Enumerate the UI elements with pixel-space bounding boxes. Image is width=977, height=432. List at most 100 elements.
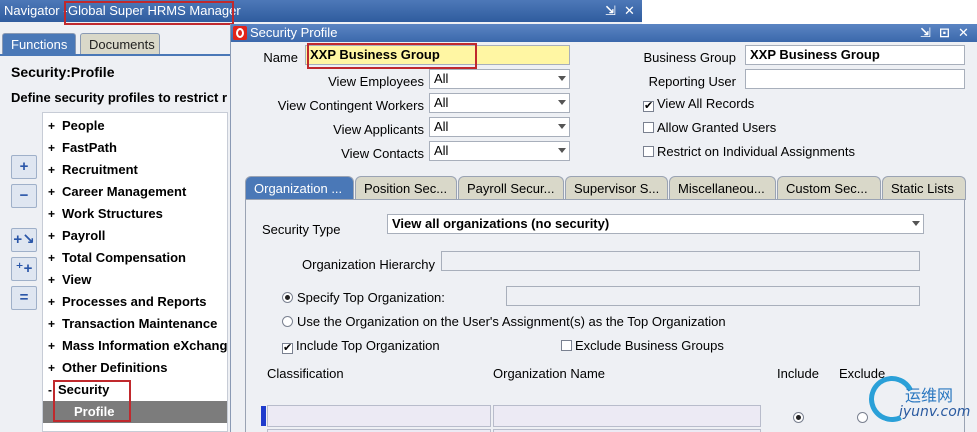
function-description: Define security profiles to restrict r — [11, 90, 228, 105]
allow-granted-users-label: Allow Granted Users — [657, 120, 777, 135]
view-contacts-select[interactable]: All — [429, 141, 570, 161]
exclude-bg-label: Exclude Business Groups — [575, 338, 724, 353]
exclude-bg-checkbox[interactable]: Exclude Business Groups — [561, 338, 724, 353]
view-employees-label: View Employees — [328, 74, 424, 89]
top-org-field[interactable] — [506, 286, 920, 306]
tab-static-lists[interactable]: Static Lists — [882, 176, 966, 200]
chevron-down-icon — [558, 124, 566, 129]
maximize-icon[interactable]: ⊡ — [938, 25, 951, 41]
minimize-icon[interactable]: ⇲ — [604, 3, 617, 19]
close-icon[interactable]: ✕ — [957, 25, 970, 41]
organization-security-panel: Security Type View all organizations (no… — [245, 199, 965, 432]
tree-item-fastpath[interactable]: + FastPath — [43, 137, 227, 159]
view-employees-select[interactable]: All — [429, 69, 570, 89]
watermark-cn-text: 运维网 — [905, 386, 954, 405]
include-top-org-checkbox[interactable]: ✔ Include Top Organization — [282, 338, 440, 354]
tab-divider — [0, 54, 230, 56]
view-contacts-label: View Contacts — [341, 146, 424, 161]
checkbox-icon — [643, 122, 654, 133]
navigator-responsibility: Global Super HRMS Manager — [68, 3, 241, 18]
chevron-down-icon — [558, 100, 566, 105]
security-type-value: View all organizations (no security) — [392, 216, 610, 231]
tree-item-career-management[interactable]: + Career Management — [43, 181, 227, 203]
window-title: Security Profile — [250, 25, 338, 40]
view-cwk-label: View Contingent Workers — [277, 98, 424, 113]
tree-item-processes-reports[interactable]: + Processes and Reports — [43, 291, 227, 313]
view-applicants-value: All — [434, 119, 449, 134]
use-user-assignment-label: Use the Organization on the User's Assig… — [297, 314, 726, 329]
site-watermark: 运维网 iyunv.com — [862, 369, 971, 429]
page-title: Security:Profile — [11, 64, 115, 80]
org-hierarchy-label: Organization Hierarchy — [302, 257, 435, 272]
business-group-label: Business Group — [643, 50, 737, 65]
chevron-down-icon — [912, 221, 920, 226]
checkbox-checked-icon: ✔ — [282, 342, 293, 354]
use-user-assignment-radio[interactable]: Use the Organization on the User's Assig… — [282, 314, 726, 329]
restrict-individual-label: Restrict on Individual Assignments — [657, 144, 855, 159]
org-hierarchy-field[interactable] — [441, 251, 920, 271]
radio-selected-icon — [793, 412, 804, 423]
classification-cell[interactable] — [267, 405, 491, 427]
current-record-indicator — [261, 406, 266, 426]
specify-top-org-radio[interactable]: Specify Top Organization: — [282, 290, 445, 305]
minimize-icon[interactable]: ⇲ — [919, 25, 932, 41]
expand-icon[interactable]: + — [11, 155, 37, 179]
tab-position-security[interactable]: Position Sec... — [355, 176, 457, 200]
tree-item-transaction-maintenance[interactable]: + Transaction Maintenance — [43, 313, 227, 335]
radio-icon — [857, 412, 868, 423]
column-header-include: Include — [777, 366, 819, 381]
view-all-records-label: View All Records — [657, 96, 755, 111]
allow-granted-users-checkbox[interactable]: Allow Granted Users — [643, 120, 776, 135]
tree-item-payroll[interactable]: + Payroll — [43, 225, 227, 247]
checkbox-checked-icon: ✔ — [643, 100, 654, 112]
name-field[interactable]: XXP Business Group — [305, 45, 570, 65]
tree-item-profile[interactable]: Profile — [43, 401, 227, 423]
expand-all-icon[interactable]: ⁺+ — [11, 257, 37, 281]
tree-item-other-definitions[interactable]: + Other Definitions — [43, 357, 227, 379]
restrict-individual-checkbox[interactable]: Restrict on Individual Assignments — [643, 144, 855, 159]
chevron-down-icon — [558, 148, 566, 153]
security-type-select[interactable]: View all organizations (no security) — [387, 214, 924, 234]
view-cwk-select[interactable]: All — [429, 93, 570, 113]
tab-documents[interactable]: Documents — [80, 33, 160, 55]
security-profile-titlebar: Security Profile ⇲ ⊡ ✕ — [231, 24, 977, 42]
tab-miscellaneous[interactable]: Miscellaneou... — [669, 176, 776, 200]
tab-functions[interactable]: Functions — [2, 33, 76, 55]
reporting-user-label: Reporting User — [648, 74, 736, 89]
tree-item-security[interactable]: - Security — [43, 379, 227, 401]
tree-item-total-compensation[interactable]: + Total Compensation — [43, 247, 227, 269]
collapse-all-icon[interactable]: = — [11, 286, 37, 310]
column-header-classification: Classification — [267, 366, 344, 381]
chevron-down-icon — [558, 76, 566, 81]
close-icon[interactable]: ✕ — [623, 3, 636, 19]
tree-item-mass-information-exchange[interactable]: + Mass Information eXchange — [43, 335, 227, 357]
view-all-records-checkbox[interactable]: ✔ View All Records — [643, 96, 754, 112]
tab-custom-security[interactable]: Custom Sec... — [777, 176, 881, 200]
expand-branch-icon[interactable]: +↘ — [11, 228, 37, 252]
collapse-icon[interactable]: − — [11, 184, 37, 208]
specify-top-org-label: Specify Top Organization: — [297, 290, 445, 305]
tree-item-recruitment[interactable]: + Recruitment — [43, 159, 227, 181]
watermark-en-text: iyunv.com — [899, 404, 971, 420]
view-employees-value: All — [434, 71, 449, 86]
radio-icon — [282, 316, 293, 327]
business-group-field[interactable]: XXP Business Group — [745, 45, 965, 65]
oracle-logo-icon — [233, 26, 247, 40]
org-name-cell[interactable] — [493, 405, 761, 427]
column-header-org-name: Organization Name — [493, 366, 605, 381]
include-radio[interactable] — [793, 410, 808, 425]
tab-payroll-security[interactable]: Payroll Secur... — [458, 176, 564, 200]
tab-organization-security[interactable]: Organization ... — [245, 176, 354, 200]
include-top-org-label: Include Top Organization — [296, 338, 440, 353]
tree-item-view[interactable]: + View — [43, 269, 227, 291]
view-applicants-select[interactable]: All — [429, 117, 570, 137]
security-type-label: Security Type — [262, 222, 341, 237]
radio-selected-icon — [282, 292, 293, 303]
reporting-user-field[interactable] — [745, 69, 965, 89]
security-profile-window: Security Profile ⇲ ⊡ ✕ Name XXP Business… — [230, 24, 977, 432]
tree-item-work-structures[interactable]: + Work Structures — [43, 203, 227, 225]
tab-supervisor-security[interactable]: Supervisor S... — [565, 176, 668, 200]
checkbox-icon — [643, 146, 654, 157]
tree-item-people[interactable]: + People — [43, 115, 227, 137]
name-label: Name — [263, 50, 298, 65]
